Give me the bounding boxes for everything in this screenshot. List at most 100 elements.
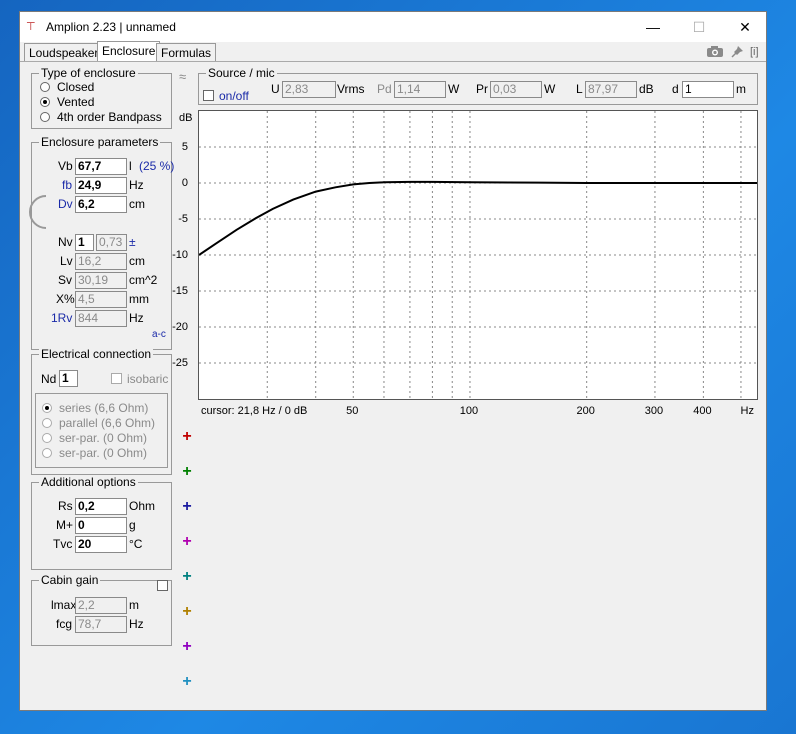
title-bar: ⊤ Amplion 2.23 | unnamed — ☐ ✕ (20, 12, 766, 42)
onoff-label[interactable]: on/off (219, 89, 249, 103)
x-tick-label: 100 (460, 405, 478, 417)
mplus-field[interactable]: 0 (75, 517, 127, 534)
parallel-label[interactable]: parallel (6,6 Ohm) (59, 416, 155, 430)
frequency-response-chart[interactable] (198, 110, 758, 400)
vented-label[interactable]: Vented (57, 95, 94, 109)
y-axis-labels: 5 0 -5 -10 -15 -20 -25 (172, 141, 188, 369)
y-tick-label: 5 (182, 141, 188, 153)
l-label: L (576, 82, 583, 96)
x-tick-label: 50 (346, 405, 358, 417)
fb-label[interactable]: fb (62, 178, 72, 192)
fcg-label: fcg (56, 617, 73, 631)
tab-enclosure[interactable]: Enclosure (97, 41, 161, 62)
rv-field: 844 (75, 310, 127, 327)
bandpass-label[interactable]: 4th order Bandpass (57, 110, 162, 124)
rs-field[interactable]: 0,2 (75, 498, 127, 515)
vb-label: Vb (58, 159, 73, 173)
ac-link[interactable]: a-c (152, 328, 166, 342)
tvc-unit: °C (129, 537, 143, 551)
camera-icon[interactable] (706, 45, 724, 58)
add-curve-button-2[interactable]: + (180, 464, 194, 480)
add-curve-button-7[interactable]: + (180, 639, 194, 655)
l-unit: dB (639, 82, 654, 96)
u-field[interactable]: 2,83 (282, 81, 336, 98)
d-unit: m (736, 82, 746, 96)
y-tick-label: -5 (178, 213, 188, 225)
add-curve-button-6[interactable]: + (180, 604, 194, 620)
app-icon: ⊤ (26, 21, 36, 33)
ser-par-label-1[interactable]: ser-par. (0 Ohm) (59, 431, 147, 445)
vb-unit: l (129, 159, 132, 173)
lmax-unit: m (129, 598, 139, 612)
fcg-unit: Hz (129, 617, 144, 631)
nd-label: Nd (41, 372, 57, 386)
xp-label: X% (56, 292, 75, 306)
fcg-field: 78,7 (75, 616, 127, 633)
mplus-unit: g (129, 518, 136, 532)
onoff-checkbox[interactable] (203, 90, 214, 101)
add-curve-button-8[interactable]: + (180, 674, 194, 690)
pr-unit: W (544, 82, 556, 96)
series-label[interactable]: series (6,6 Ohm) (59, 401, 148, 415)
add-curve-button-5[interactable]: + (180, 569, 194, 585)
ser-par-label-2[interactable]: ser-par. (0 Ohm) (59, 446, 147, 460)
lv-label: Lv (60, 254, 73, 268)
nd-field[interactable]: 1 (59, 370, 78, 387)
mplus-label: M+ (56, 518, 74, 532)
add-curve-button-4[interactable]: + (180, 534, 194, 550)
rv-unit: Hz (129, 311, 144, 325)
y-tick-label: -15 (172, 285, 188, 297)
collapse-icon[interactable]: ≈ (179, 70, 186, 84)
minimize-button[interactable]: — (630, 12, 676, 42)
rs-label: Rs (58, 499, 73, 513)
dv-field[interactable]: 6,2 (75, 196, 127, 213)
nv-field[interactable]: 1 (75, 234, 94, 251)
cursor-readout: cursor: 21,8 Hz / 0 dB (201, 404, 308, 418)
add-curve-button-3[interactable]: + (180, 499, 194, 515)
chart-svg (198, 111, 757, 399)
y-tick-label: -10 (172, 249, 188, 261)
nv-ratio-field: 0,73 (96, 234, 127, 251)
d-field[interactable]: 1 (682, 81, 734, 98)
tvc-label: Tvc (53, 537, 73, 551)
nv-label: Nv (58, 235, 73, 249)
close-button[interactable]: ✕ (722, 12, 768, 42)
ser-par-radio-1[interactable] (42, 433, 52, 443)
cabin-gain-checkbox[interactable] (157, 580, 168, 591)
bandpass-radio[interactable] (40, 112, 50, 122)
pd-label: Pd (377, 82, 392, 96)
vb-field[interactable]: 67,7 (75, 158, 127, 175)
app-window: ⊤ Amplion 2.23 | unnamed — ☐ ✕ Loudspeak… (19, 11, 767, 711)
closed-radio[interactable] (40, 82, 50, 92)
enclosure-parameters-title: Enclosure parameters (39, 135, 161, 149)
fb-field[interactable]: 24,9 (75, 177, 127, 194)
tab-formulas[interactable]: Formulas (156, 43, 217, 62)
x-tick-label: 300 (645, 405, 663, 417)
pr-label: Pr (476, 82, 488, 96)
parallel-radio[interactable] (42, 418, 52, 428)
tab-loudspeaker[interactable]: Loudspeaker (24, 43, 104, 62)
ser-par-radio-2[interactable] (42, 448, 52, 458)
isobaric-label[interactable]: isobaric (127, 372, 168, 386)
dv-unit: cm (129, 197, 145, 211)
sv-field: 30,19 (75, 272, 127, 289)
closed-label[interactable]: Closed (57, 80, 94, 94)
maximize-button[interactable]: ☐ (676, 12, 722, 42)
u-label: U (271, 82, 280, 96)
isobaric-checkbox[interactable] (111, 373, 122, 384)
sv-unit: cm^2 (129, 273, 158, 287)
info-icon[interactable]: [i] (750, 45, 759, 59)
add-curve-button-1[interactable]: + (180, 429, 194, 445)
pin-icon[interactable] (731, 45, 744, 58)
tvc-field[interactable]: 20 (75, 536, 127, 553)
vented-radio[interactable] (40, 97, 50, 107)
pd-unit: W (448, 82, 460, 96)
lmax-label: lmax (51, 598, 77, 612)
window-title: Amplion 2.23 | unnamed (46, 20, 176, 34)
nv-plusminus-button[interactable]: ± (129, 235, 136, 249)
y-tick-label: 0 (182, 177, 188, 189)
series-radio[interactable] (42, 403, 52, 413)
dv-label[interactable]: Dv (58, 197, 73, 211)
x-tick-label: 200 (577, 405, 595, 417)
rv-label[interactable]: 1Rv (51, 311, 72, 325)
